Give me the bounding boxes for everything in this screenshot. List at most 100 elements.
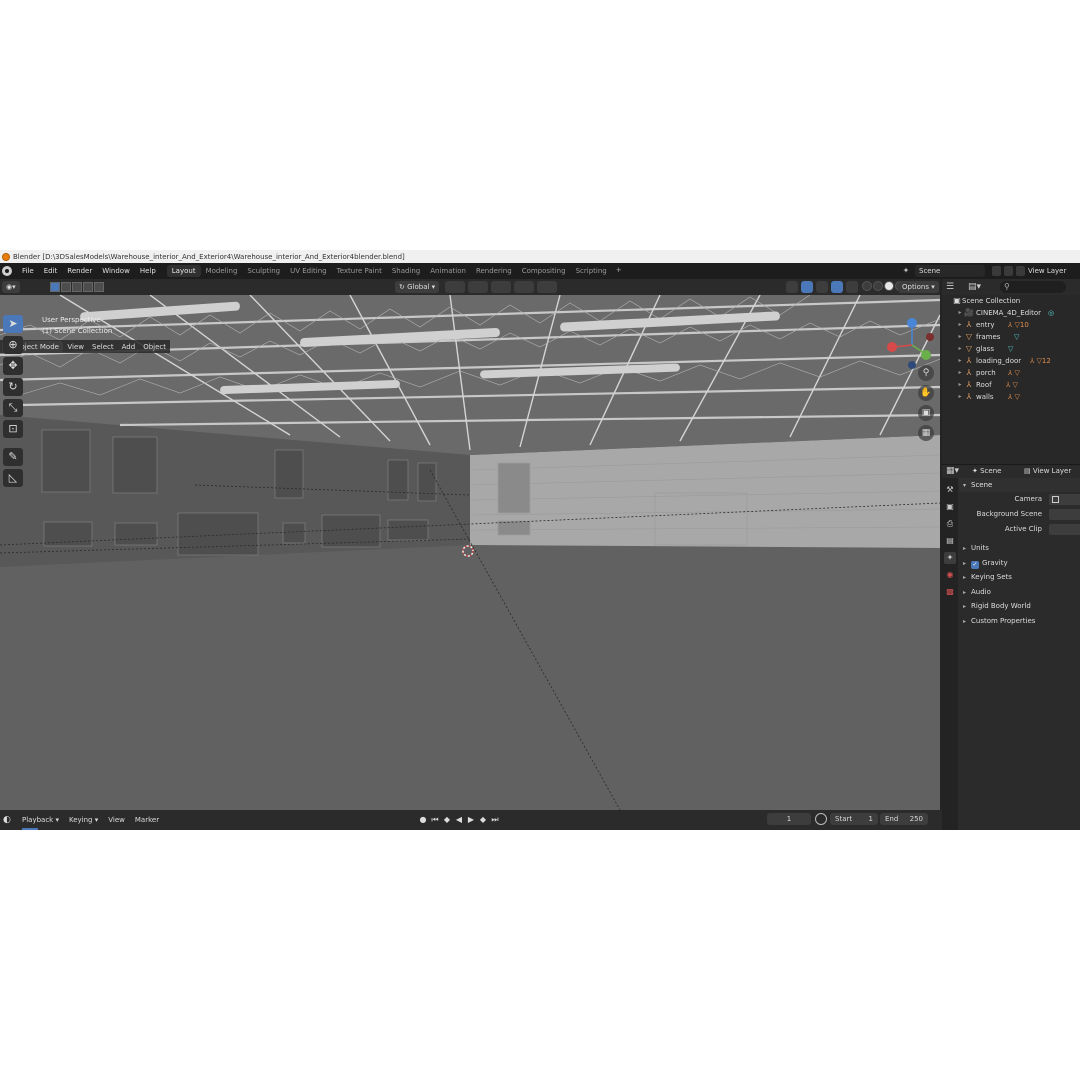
solid-shading-icon[interactable] bbox=[884, 281, 894, 291]
active-clip-field[interactable] bbox=[1049, 524, 1080, 535]
play-reverse-icon[interactable]: ◀ bbox=[454, 814, 464, 825]
outliner-item-roof[interactable]: ▸ ⅄ Roof ⅄ ▽ bbox=[942, 379, 1080, 391]
outliner-item-cinema4d[interactable]: ▸ 🎥 CINEMA_4D_Editor ◎ bbox=[942, 307, 1080, 319]
zoom-icon[interactable]: ⚲ bbox=[918, 365, 934, 381]
gravity-panel[interactable]: ▸ ✓ Gravity bbox=[959, 556, 1080, 571]
blender-menu-icon[interactable] bbox=[2, 266, 12, 276]
expand-arrow-icon[interactable]: ▸ bbox=[956, 391, 964, 403]
timeline-editor-icon[interactable]: ◐ bbox=[3, 814, 17, 826]
annotate-tool-icon[interactable]: ✎ bbox=[3, 448, 23, 466]
current-frame-field[interactable]: 1 bbox=[767, 813, 811, 825]
end-frame-field[interactable]: End 250 bbox=[880, 813, 928, 825]
scale-tool-icon[interactable]: ⤡ bbox=[3, 399, 23, 417]
perspective-grid-icon[interactable]: ▦ bbox=[918, 425, 934, 441]
menu-window[interactable]: Window bbox=[97, 267, 135, 275]
measure-tool-icon[interactable]: ◺ bbox=[3, 469, 23, 487]
outliner-item-entry[interactable]: ▸ ⅄ entry ⅄ ▽10 bbox=[942, 319, 1080, 331]
output-properties-icon[interactable]: ⎙ bbox=[944, 518, 956, 530]
select-invert-icon[interactable] bbox=[83, 282, 93, 292]
display-mode-icon[interactable]: ▤▾ bbox=[968, 281, 982, 293]
tab-layout[interactable]: Layout bbox=[166, 265, 201, 277]
properties-editor-icon[interactable]: ▦▾ bbox=[946, 466, 960, 477]
expand-arrow-icon[interactable]: ▸ bbox=[956, 307, 964, 319]
next-keyframe-icon[interactable]: ◆ bbox=[478, 814, 488, 825]
custom-properties-panel[interactable]: ▸ Custom Properties bbox=[959, 614, 1080, 629]
rigid-body-world-panel[interactable]: ▸ Rigid Body World bbox=[959, 599, 1080, 614]
camera-view-icon[interactable]: ▣ bbox=[918, 405, 934, 421]
tab-sculpting[interactable]: Sculpting bbox=[242, 265, 285, 277]
menu-help[interactable]: Help bbox=[135, 267, 161, 275]
menu-playback[interactable]: Playback ▾ bbox=[17, 816, 64, 824]
tab-rendering[interactable]: Rendering bbox=[471, 265, 517, 277]
tab-scripting[interactable]: Scripting bbox=[571, 265, 612, 277]
record-icon[interactable]: ● bbox=[418, 814, 428, 825]
outliner-root-collection[interactable]: ▣ Scene Collection bbox=[942, 295, 1080, 307]
tab-uv-editing[interactable]: UV Editing bbox=[285, 265, 332, 277]
tab-animation[interactable]: Animation bbox=[425, 265, 471, 277]
timeline-playhead[interactable] bbox=[22, 828, 38, 830]
outliner-search-input[interactable]: ⚲ bbox=[1000, 281, 1066, 293]
menu-select[interactable]: Select bbox=[88, 341, 118, 353]
expand-arrow-icon[interactable]: ▸ bbox=[956, 331, 964, 343]
expand-arrow-icon[interactable]: ▸ bbox=[956, 379, 964, 391]
falloff-icon[interactable] bbox=[537, 281, 557, 293]
scene-panel-header[interactable]: ▾ Scene bbox=[959, 478, 1080, 492]
tab-shading[interactable]: Shading bbox=[387, 265, 425, 277]
proportional-edit-icon[interactable] bbox=[514, 281, 534, 293]
expand-arrow-icon[interactable]: ▸ bbox=[956, 367, 964, 379]
menu-file[interactable]: File bbox=[17, 267, 39, 275]
start-frame-field[interactable]: Start 1 bbox=[830, 813, 878, 825]
menu-timeline-view[interactable]: View bbox=[103, 816, 130, 824]
snap-icon[interactable] bbox=[468, 281, 488, 293]
menu-object[interactable]: Object bbox=[139, 341, 170, 353]
menu-view[interactable]: View bbox=[63, 341, 88, 353]
prev-keyframe-icon[interactable]: ◆ bbox=[442, 814, 452, 825]
tab-modeling[interactable]: Modeling bbox=[201, 265, 243, 277]
audio-panel[interactable]: ▸ Audio bbox=[959, 585, 1080, 600]
outliner-item-glass[interactable]: ▸ ▽ glass ▽ bbox=[942, 343, 1080, 355]
view-layer-context-tab[interactable]: ▤ View Layer bbox=[1024, 466, 1071, 477]
select-intersect-icon[interactable] bbox=[94, 282, 104, 292]
units-panel[interactable]: ▸ Units bbox=[959, 541, 1080, 556]
gravity-checkbox[interactable]: ✓ bbox=[971, 560, 980, 569]
xray-icon[interactable] bbox=[862, 281, 872, 291]
gizmo-toggle-icon[interactable] bbox=[801, 281, 813, 293]
expand-arrow-icon[interactable]: ▸ bbox=[956, 343, 964, 355]
select-subtract-icon[interactable] bbox=[72, 282, 82, 292]
editor-type-button[interactable]: ◉▾ bbox=[2, 281, 20, 293]
outliner-item-frames[interactable]: ▸ ▽ frames ▽ bbox=[942, 331, 1080, 343]
delete-scene-icon[interactable] bbox=[1004, 266, 1013, 276]
transform-orientation-dropdown[interactable]: ↻ Global ▾ bbox=[395, 281, 440, 293]
scene-context-tab[interactable]: ✦ Scene bbox=[972, 466, 1001, 477]
y-axis-icon[interactable] bbox=[921, 350, 931, 360]
view-layer-name[interactable]: View Layer bbox=[1028, 265, 1066, 277]
menu-keying[interactable]: Keying ▾ bbox=[64, 816, 103, 824]
render-properties-icon[interactable]: ▣ bbox=[944, 501, 956, 513]
tab-texture-paint[interactable]: Texture Paint bbox=[332, 265, 387, 277]
select-box-icon[interactable] bbox=[50, 282, 60, 292]
overlay-dropdown-icon[interactable] bbox=[846, 281, 858, 293]
view-layer-properties-icon[interactable]: ▤ bbox=[944, 535, 956, 547]
preview-range-icon[interactable] bbox=[815, 813, 827, 825]
outliner-item-porch[interactable]: ▸ ⅄ porch ⅄ ▽ bbox=[942, 367, 1080, 379]
menu-add[interactable]: Add bbox=[118, 341, 140, 353]
menu-edit[interactable]: Edit bbox=[39, 267, 63, 275]
scene-properties-icon[interactable]: ✦ bbox=[944, 552, 956, 564]
menu-marker[interactable]: Marker bbox=[130, 816, 164, 824]
pivot-point-icon[interactable] bbox=[445, 281, 465, 293]
scene-icon[interactable]: ✦ bbox=[900, 266, 912, 276]
x-axis-icon[interactable] bbox=[887, 342, 897, 352]
3d-viewport[interactable]: ◧ Object Mode ▾ View Select Add Object U… bbox=[0, 295, 940, 810]
add-workspace-button[interactable]: + bbox=[614, 266, 624, 276]
tab-compositing[interactable]: Compositing bbox=[517, 265, 571, 277]
gizmo-dropdown-icon[interactable] bbox=[816, 281, 828, 293]
new-scene-icon[interactable] bbox=[992, 266, 1001, 276]
jump-start-icon[interactable]: ⏮ bbox=[430, 814, 440, 825]
outliner-editor-icon[interactable]: ☰ bbox=[946, 281, 960, 293]
outliner-item-loading-door[interactable]: ▸ ⅄ loading_door ⅄ ▽12 bbox=[942, 355, 1080, 367]
expand-arrow-icon[interactable]: ▸ bbox=[956, 355, 964, 367]
keying-sets-panel[interactable]: ▸ Keying Sets bbox=[959, 570, 1080, 585]
world-properties-icon[interactable]: ◉ bbox=[944, 569, 956, 581]
cursor-tool-icon[interactable]: ⊕ bbox=[3, 336, 23, 354]
wireframe-shading-icon[interactable] bbox=[873, 281, 883, 291]
